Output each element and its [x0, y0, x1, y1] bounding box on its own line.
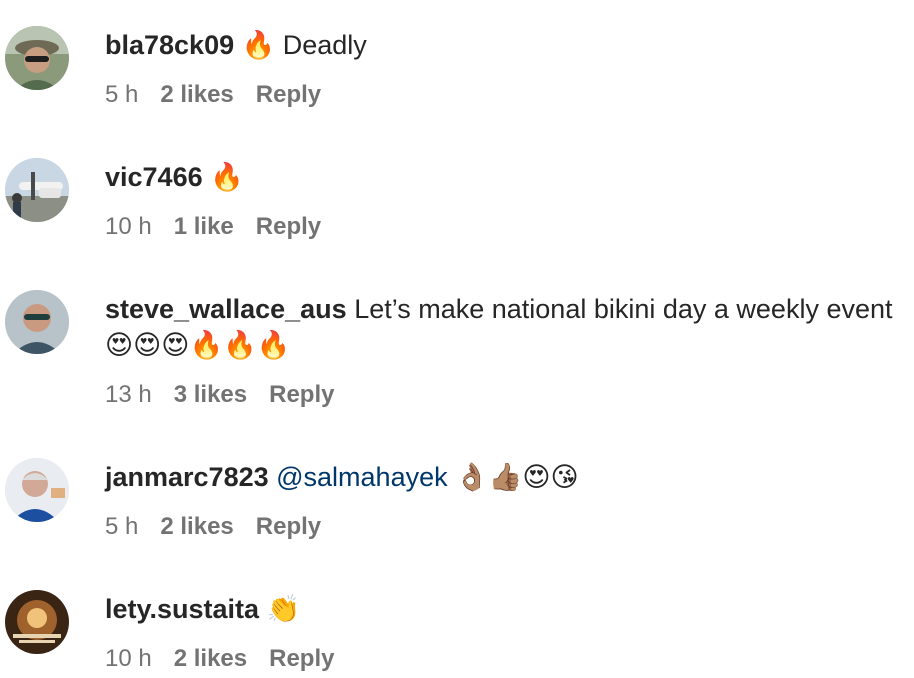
comment-body: 🔥 Deadly: [234, 30, 367, 60]
reply-button[interactable]: Reply: [256, 512, 321, 542]
comment-username[interactable]: janmarc7823: [105, 462, 269, 492]
comment-meta: 5 h 2 likes Reply: [105, 512, 321, 542]
comment-meta: 5 h 2 likes Reply: [105, 80, 321, 110]
comment-username[interactable]: lety.sustaita: [105, 594, 259, 624]
avatar-icon[interactable]: [5, 158, 69, 222]
comment-time[interactable]: 10 h: [105, 212, 152, 242]
avatar-icon[interactable]: [5, 290, 69, 354]
comment-text: lety.sustaita 👏: [105, 591, 895, 627]
comment-likes[interactable]: 3 likes: [174, 380, 247, 410]
comment-text: bla78ck09 🔥 Deadly: [105, 27, 895, 63]
comment-text: vic7466 🔥: [105, 159, 895, 195]
comment-meta: 10 h 2 likes Reply: [105, 644, 334, 674]
comment-meta: 13 h 3 likes Reply: [105, 380, 334, 410]
comment-body: 👏: [259, 594, 301, 624]
comment-text: steve_wallace_aus Let’s make national bi…: [105, 291, 895, 363]
reply-button[interactable]: Reply: [256, 80, 321, 110]
comment-likes[interactable]: 1 like: [174, 212, 234, 242]
reply-button[interactable]: Reply: [256, 212, 321, 242]
comment-body: 👌🏽👍🏽😍😘: [447, 462, 579, 492]
comment-time[interactable]: 5 h: [105, 80, 138, 110]
comment-likes[interactable]: 2 likes: [160, 512, 233, 542]
avatar-icon[interactable]: [5, 590, 69, 654]
reply-button[interactable]: Reply: [269, 380, 334, 410]
avatar-icon[interactable]: [5, 26, 69, 90]
avatar-icon[interactable]: [5, 458, 69, 522]
comment-username[interactable]: steve_wallace_aus: [105, 294, 347, 324]
comment-meta: 10 h 1 like Reply: [105, 212, 321, 242]
reply-button[interactable]: Reply: [269, 644, 334, 674]
comment-time[interactable]: 10 h: [105, 644, 152, 674]
comment-likes[interactable]: 2 likes: [174, 644, 247, 674]
comment-time[interactable]: 5 h: [105, 512, 138, 542]
comment-body: 🔥: [202, 162, 244, 192]
comment-time[interactable]: 13 h: [105, 380, 152, 410]
comment-likes[interactable]: 2 likes: [160, 80, 233, 110]
comment-text: janmarc7823 @salmahayek 👌🏽👍🏽😍😘: [105, 459, 895, 495]
mention-link[interactable]: @salmahayek: [269, 462, 447, 492]
comment-username[interactable]: bla78ck09: [105, 30, 234, 60]
comment-username[interactable]: vic7466: [105, 162, 203, 192]
